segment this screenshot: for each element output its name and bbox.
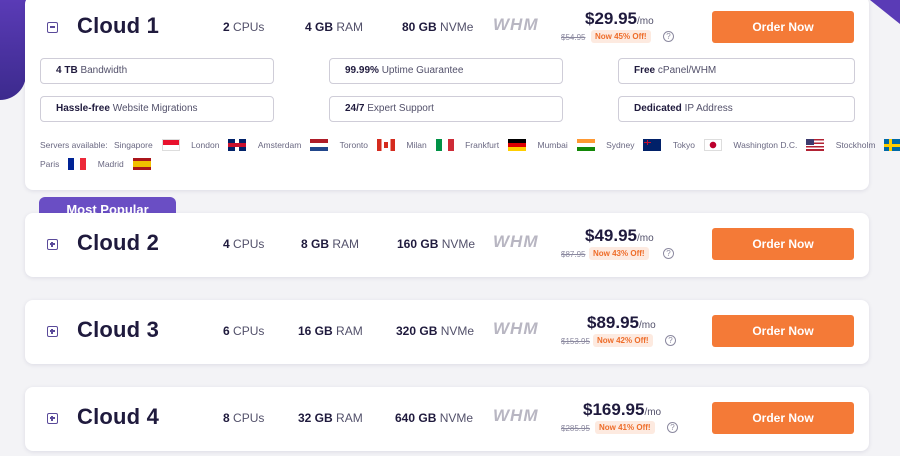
locations-line-1: Servers available: Singapore London Amst… [40,139,900,151]
plan-name: Cloud 4 [77,404,160,429]
locations-line-2: Paris Madrid [40,158,160,170]
whm-logo: WHM [493,15,539,34]
italy-flag-icon [435,139,454,151]
netherlands-flag-icon [310,139,329,151]
location-washington: Washington D.C. [733,140,798,150]
spain-flag-icon [132,158,151,170]
singapore-flag-icon [161,139,180,151]
plan-name: Cloud 3 [77,317,160,342]
feature-dedicated-ip: Dedicated IP Address [618,96,855,122]
japan-flag-icon [704,139,723,151]
order-now-button[interactable]: Order Now [712,11,854,43]
cpu-spec: 4 CPUs [223,237,265,251]
location-paris: Paris [40,159,60,169]
whm-logo: WHM [493,232,539,251]
price: $49.95/mo [585,226,654,245]
help-icon[interactable]: ? [663,248,674,259]
location-madrid: Madrid [97,159,124,169]
location-singapore: Singapore [113,140,153,150]
location-mumbai: Mumbai [537,140,568,150]
location-frankfurt: Frankfurt [465,140,500,150]
old-price: $87.95 [561,250,586,259]
location-stockholm: Stockholm [835,140,876,150]
price: $29.95/mo [585,9,654,28]
plan-card-cloud-4[interactable]: Cloud 4 8 CPUs 32 GB RAM 640 GB NVMe WHM… [25,387,869,451]
germany-flag-icon [508,139,527,151]
background-accent-left [0,0,26,100]
order-now-button[interactable]: Order Now [712,315,854,347]
price: $169.95/mo [583,400,662,419]
usa-flag-icon [806,139,825,151]
location-amsterdam: Amsterdam [257,140,302,150]
expand-icon[interactable] [47,239,58,250]
location-sydney: Sydney [606,140,635,150]
location-milan: Milan [406,140,427,150]
servers-available-label: Servers available: [40,140,108,150]
feature-cpanel: Free cPanel/WHM [618,58,855,84]
plan-name: Cloud 1 [77,13,160,38]
ram-spec: 32 GB RAM [298,411,363,425]
help-icon[interactable]: ? [663,31,674,42]
plan-card-cloud-3[interactable]: Cloud 3 6 CPUs 16 GB RAM 320 GB NVMe WHM… [25,300,869,364]
price: $89.95/mo [587,313,656,332]
location-tokyo: Tokyo [672,140,696,150]
feature-migrations: Hassle-free Website Migrations [40,96,274,122]
background-accent-right [870,0,900,24]
plan-name: Cloud 2 [77,230,160,255]
discount-badge: Now 41% Off! [595,421,655,434]
storage-spec: 640 GB NVMe [395,411,474,425]
discount-badge: Now 42% Off! [593,334,653,347]
feature-support: 24/7 Expert Support [329,96,563,122]
feature-bandwidth: 4 TB Bandwidth [40,58,274,84]
storage-spec: 80 GB NVMe [402,20,474,34]
discount-badge: Now 43% Off! [589,247,649,260]
ram-spec: 8 GB RAM [301,237,360,251]
old-price: $285.95 [561,424,590,433]
ram-spec: 16 GB RAM [298,324,363,338]
sweden-flag-icon [884,139,900,151]
cpu-spec: 2 CPUs [223,20,265,34]
order-now-button[interactable]: Order Now [712,228,854,260]
plan-header-row: Cloud 4 8 CPUs 32 GB RAM 640 GB NVMe WHM… [25,387,869,451]
cpu-spec: 8 CPUs [223,411,265,425]
location-toronto: Toronto [339,140,369,150]
order-now-button[interactable]: Order Now [712,402,854,434]
old-price: $54.95 [561,33,586,42]
uk-flag-icon [228,139,247,151]
canada-flag-icon [377,139,396,151]
whm-logo: WHM [493,406,539,425]
ram-spec: 4 GB RAM [305,20,364,34]
expand-icon[interactable] [47,326,58,337]
australia-flag-icon [643,139,662,151]
expand-icon[interactable] [47,413,58,424]
plan-card-cloud-1: Cloud 1 2 CPUs 4 GB RAM 80 GB NVMe WHM $… [25,0,900,190]
help-icon[interactable]: ? [665,335,676,346]
location-london: London [191,140,220,150]
plan-header-row: Cloud 2 4 CPUs 8 GB RAM 160 GB NVMe WHM … [25,213,869,277]
collapse-icon[interactable] [47,22,58,33]
feature-uptime: 99.99% Uptime Guarantee [329,58,563,84]
features-grid: 4 TB Bandwidth 99.99% Uptime Guarantee F… [40,58,855,124]
cpu-spec: 6 CPUs [223,324,265,338]
india-flag-icon [576,139,595,151]
help-icon[interactable]: ? [667,422,678,433]
old-price: $153.95 [561,337,590,346]
plan-card-cloud-2[interactable]: Cloud 2 4 CPUs 8 GB RAM 160 GB NVMe WHM … [25,213,869,277]
france-flag-icon [68,158,87,170]
plan-header-row: Cloud 1 2 CPUs 4 GB RAM 80 GB NVMe WHM $… [25,0,869,60]
whm-logo: WHM [493,319,539,338]
discount-badge: Now 45% Off! [591,30,651,43]
storage-spec: 320 GB NVMe [396,324,475,338]
plan-header-row: Cloud 3 6 CPUs 16 GB RAM 320 GB NVMe WHM… [25,300,869,364]
storage-spec: 160 GB NVMe [397,237,476,251]
